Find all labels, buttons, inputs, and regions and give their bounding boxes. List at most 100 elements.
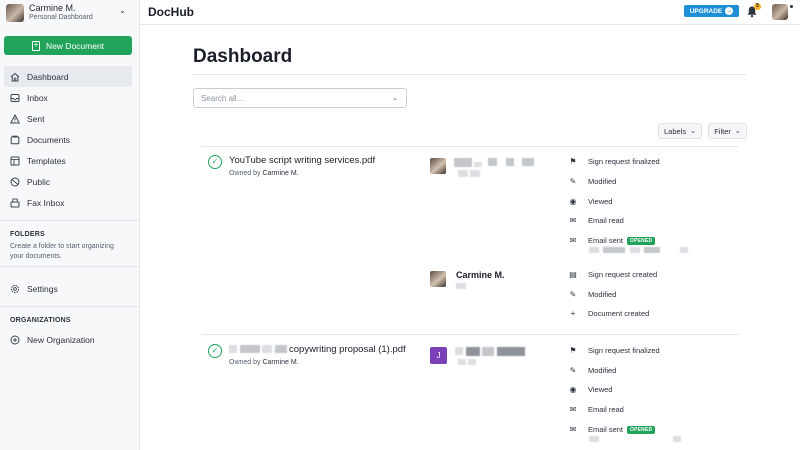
search-placeholder: Search all... — [201, 93, 244, 103]
document-name[interactable]: YouTube script writing services.pdf — [229, 155, 375, 166]
sidebar-item-templates[interactable]: Templates — [4, 150, 132, 171]
redacted-text — [589, 247, 599, 253]
owner-name: Carmine M. — [262, 170, 299, 177]
activity-label: Modified — [588, 366, 617, 375]
avatar: J — [430, 347, 447, 364]
new-document-label: New Document — [45, 40, 105, 51]
envelope-icon: ✉ — [569, 236, 577, 245]
new-document-button[interactable]: New Document — [4, 36, 132, 55]
chevron-down-icon: ⌄ — [392, 95, 398, 102]
top-bar: DocHub UPGRADE → 5 — [140, 0, 800, 25]
page-title: Dashboard — [193, 46, 293, 67]
labels-button[interactable]: Labels ⌄ — [658, 123, 702, 139]
user-avatar[interactable] — [772, 4, 788, 20]
redacted-text — [630, 247, 640, 253]
eye-icon: ◉ — [569, 385, 577, 394]
activity-item: ⚑ Sign request finalized — [567, 157, 659, 166]
activity-item: ⚑ Sign request finalized — [567, 346, 660, 355]
redacted-text — [673, 436, 681, 442]
redacted-text — [456, 283, 466, 289]
sidebar-item-label: Fax Inbox — [27, 197, 65, 208]
flag-icon: ⚑ — [569, 346, 577, 355]
new-organization-link[interactable]: New Organization — [10, 335, 95, 345]
status-badge: OPENED — [627, 236, 656, 245]
sidebar-item-label: Templates — [27, 155, 66, 166]
envelope-icon: ✉ — [569, 425, 577, 434]
redacted-text — [488, 158, 497, 166]
brand-logo[interactable]: DocHub — [148, 5, 194, 19]
check-circle-icon: ✓ — [208, 155, 222, 169]
owner-prefix: Owned by — [229, 359, 261, 366]
person-name: Carmine M. — [456, 270, 505, 280]
activity-item: ✉ Email sent OPENED — [567, 425, 656, 434]
avatar — [6, 3, 24, 22]
redacted-text — [506, 158, 514, 166]
edit-icon: ✎ — [569, 366, 577, 375]
account-name: Carmine M. — [29, 3, 76, 13]
activity-label: Email read — [588, 405, 624, 414]
search-input[interactable]: Search all... ⌄ — [193, 88, 407, 108]
filter-button[interactable]: Filter ⌄ — [708, 123, 747, 139]
sidebar-divider — [0, 306, 140, 307]
activity-label: Viewed — [588, 197, 613, 206]
chevron-down-icon: ⌄ — [119, 6, 126, 15]
plus-icon: + — [570, 309, 576, 318]
folders-heading: FOLDERS — [10, 231, 45, 238]
sidebar-item-sent[interactable]: Sent — [4, 108, 132, 129]
sidebar-item-dashboard[interactable]: Dashboard — [4, 66, 132, 87]
document-name[interactable]: copywriting proposal (1).pdf — [289, 344, 406, 355]
activity-label: Document created — [588, 309, 650, 318]
owner-prefix: Owned by — [229, 170, 261, 177]
settings-link[interactable]: Settings — [10, 284, 58, 294]
account-switcher[interactable]: Carmine M. Personal Dashboard ⌄ — [0, 0, 140, 25]
home-icon — [10, 72, 20, 82]
activity-label: Viewed — [588, 385, 613, 394]
status-badge: OPENED — [627, 425, 656, 434]
sidebar-item-fax-inbox[interactable]: Fax Inbox — [4, 192, 132, 213]
sidebar-item-label: Sent — [27, 113, 45, 124]
avatar — [430, 271, 446, 287]
sent-icon — [10, 113, 20, 124]
sidebar-item-documents[interactable]: Documents — [4, 129, 132, 150]
row-divider — [202, 146, 739, 147]
chevron-down-icon: ⌄ — [734, 128, 741, 135]
sidebar-nav: Dashboard Inbox Sent Documents Templates — [4, 66, 132, 213]
redacted-text — [240, 345, 260, 353]
activity-label: Sign request created — [588, 270, 658, 279]
gear-icon — [10, 284, 20, 294]
filter-label: Filter — [714, 126, 731, 136]
sidebar-item-inbox[interactable]: Inbox — [4, 87, 132, 108]
documents-icon — [10, 135, 20, 145]
sidebar-item-label: Inbox — [27, 92, 48, 103]
activity-label: Sign request finalized — [588, 346, 660, 355]
fax-icon — [10, 198, 20, 208]
activity-item: ✉ Email sent OPENED — [567, 236, 656, 245]
sidebar: Carmine M. Personal Dashboard ⌄ New Docu… — [0, 0, 140, 450]
sidebar-item-public[interactable]: Public — [4, 171, 132, 192]
sidebar-divider — [0, 220, 140, 221]
flag-icon: ⚑ — [569, 157, 577, 166]
redacted-text — [466, 347, 480, 356]
avatar — [430, 158, 446, 174]
redacted-text — [474, 162, 482, 167]
sidebar-item-label: Documents — [27, 134, 70, 145]
account-subtitle: Personal Dashboard — [29, 14, 93, 21]
redacted-text — [497, 347, 525, 356]
redacted-text — [454, 158, 472, 167]
redacted-text — [458, 359, 466, 365]
activity-item: ◉ Viewed — [567, 385, 613, 394]
edit-icon: ✎ — [569, 290, 577, 299]
redacted-text — [522, 158, 534, 166]
organizations-heading: ORGANIZATIONS — [10, 317, 71, 324]
activity-label: Email sent — [588, 425, 624, 434]
redacted-text — [455, 347, 463, 355]
redacted-text — [229, 345, 237, 353]
upgrade-button[interactable]: UPGRADE → — [684, 5, 739, 17]
envelope-open-icon: ✉ — [569, 405, 577, 414]
templates-icon — [10, 156, 20, 166]
sidebar-item-label: Dashboard — [27, 71, 69, 82]
arrow-right-icon: → — [725, 7, 734, 15]
activity-item: ✉ Email read — [567, 405, 624, 414]
activity-item: ✎ Modified — [567, 177, 617, 186]
activity-item: ✎ Modified — [567, 366, 617, 375]
